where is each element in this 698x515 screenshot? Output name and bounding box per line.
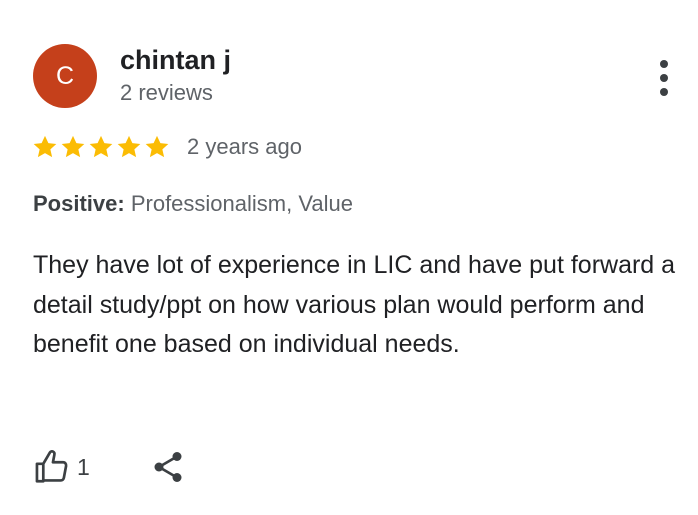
review-time: 2 years ago [187, 134, 302, 159]
review-card: C chintan j 2 reviews 2 years ago Positi… [0, 0, 698, 515]
star-icon [117, 135, 141, 158]
more-options-button[interactable] [650, 58, 678, 98]
highlights-value: Professionalism, Value [130, 191, 353, 216]
more-vert-icon-dot [660, 74, 668, 82]
star-icon [145, 135, 169, 158]
avatar[interactable]: C [33, 44, 97, 108]
rating-row: 2 years ago [31, 131, 302, 163]
more-vert-icon [660, 60, 668, 68]
like-button[interactable]: 1 [33, 448, 90, 486]
like-count: 1 [77, 453, 90, 480]
author-review-count: 2 reviews [120, 80, 213, 105]
star-icon [33, 135, 57, 158]
share-icon [154, 452, 182, 482]
review-text: They have lot of experience in LIC and h… [33, 251, 676, 358]
thumb-up-icon [35, 449, 68, 483]
star-rating [31, 133, 171, 161]
star-icon [61, 135, 85, 158]
review-actions: 1 [33, 448, 186, 486]
avatar-initial: C [55, 61, 75, 90]
author-name[interactable]: chintan j [120, 45, 231, 76]
highlights-label: Positive: [33, 191, 125, 216]
review-highlights: Positive: Professionalism, Value [33, 191, 353, 217]
more-vert-icon-dot [660, 88, 668, 96]
star-icon [89, 135, 113, 158]
share-button[interactable] [150, 448, 186, 486]
